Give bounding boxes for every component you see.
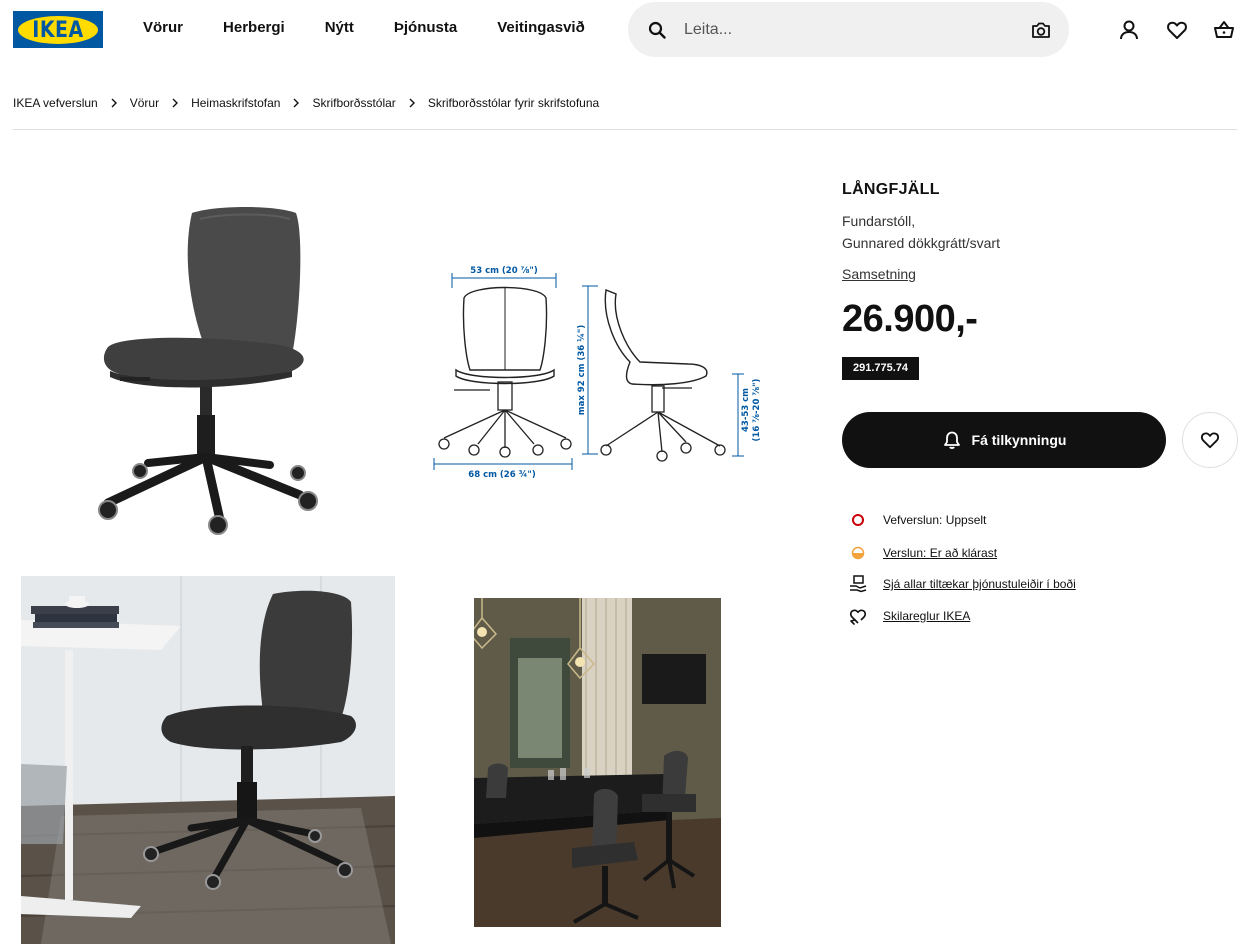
assembly-link[interactable]: Samsetning	[842, 266, 916, 282]
logo-text: IKEA	[32, 16, 84, 43]
product-variant: Gunnared dökkgrátt/svart	[842, 235, 1000, 251]
service-options-row: Sjá allar tiltækar þjónustuleiðir í boði	[848, 574, 1076, 594]
search-icon[interactable]	[648, 21, 666, 39]
search-input[interactable]	[684, 16, 1014, 44]
product-description: Fundarstóll, Gunnared dökkgrátt/svart	[842, 210, 1000, 254]
breadcrumb-item[interactable]: Vörur	[130, 96, 159, 110]
breadcrumb-item[interactable]: Heimaskrifstofan	[191, 96, 280, 110]
return-policy-link[interactable]: Skilareglur IKEA	[883, 609, 970, 623]
chair-illustration	[98, 207, 318, 535]
site-header: IKEA Vörur Herbergi Nýtt Þjónusta Veitin…	[0, 0, 1252, 60]
return-icon	[848, 606, 868, 626]
header-divider	[13, 129, 1237, 130]
main-nav: Vörur Herbergi Nýtt Þjónusta Veitingasvi…	[143, 19, 625, 36]
basket-icon[interactable]	[1213, 19, 1235, 41]
ikea-logo[interactable]: IKEA	[13, 11, 103, 48]
product-image-main[interactable]	[60, 195, 360, 545]
heart-icon	[1200, 432, 1220, 449]
product-type: Fundarstóll,	[842, 213, 916, 229]
user-icon[interactable]	[1118, 19, 1140, 41]
breadcrumb-item[interactable]: IKEA vefverslun	[13, 96, 98, 110]
favourite-button[interactable]	[1182, 412, 1238, 468]
dim-seat-height: 43-53 cm	[741, 388, 751, 432]
chevron-right-icon	[172, 98, 179, 108]
dim-seat-height-in: (16 ⅞-20 ⅞")	[752, 378, 762, 441]
circle-red-icon	[848, 510, 868, 530]
product-image-meeting-room[interactable]	[474, 598, 721, 927]
chevron-right-icon	[293, 98, 300, 108]
dim-max-height: max 92 cm (36 ¼")	[576, 325, 587, 416]
notify-button-label: Fá tilkynningu	[971, 432, 1067, 448]
bell-icon	[943, 431, 960, 449]
camera-icon[interactable]	[1031, 21, 1051, 39]
article-number[interactable]: 291.775.74	[842, 357, 920, 380]
heart-icon[interactable]	[1166, 19, 1188, 41]
return-policy-row: Skilareglur IKEA	[848, 606, 970, 626]
store-stock-status: Verslun: Er að klárast	[848, 543, 997, 563]
chevron-right-icon	[409, 98, 415, 108]
nav-item-vorur[interactable]: Vörur	[143, 19, 183, 36]
store-stock-link[interactable]: Verslun: Er að klárast	[883, 546, 997, 560]
logo-oval: IKEA	[18, 15, 98, 44]
half-circle-orange-icon	[848, 543, 868, 563]
product-image-dimensions[interactable]: 53 cm (20 ⅞") 68 cm (26 ¾") max 92 cm (3…	[430, 258, 770, 483]
chevron-right-icon	[111, 98, 117, 108]
dimension-drawing: 53 cm (20 ⅞") 68 cm (26 ¾") max 92 cm (3…	[433, 266, 762, 480]
product-image-office[interactable]	[21, 576, 395, 944]
dim-width-base: 68 cm (26 ¾")	[468, 470, 536, 480]
nav-item-herbergi[interactable]: Herbergi	[223, 19, 285, 36]
nav-item-veitingasvid[interactable]: Veitingasvið	[497, 19, 585, 36]
breadcrumb-item[interactable]: Skrifborðsstólar	[312, 96, 395, 110]
service-icon	[848, 574, 868, 594]
meeting-room-photo	[474, 598, 721, 927]
product-price: 26.900,-	[842, 298, 978, 340]
search-bar[interactable]	[628, 2, 1069, 57]
breadcrumb-item[interactable]: Skrifborðsstólar fyrir skrifstofuna	[428, 96, 599, 110]
office-photo	[21, 576, 395, 944]
online-stock-status: Vefverslun: Uppselt	[848, 510, 986, 530]
notify-button[interactable]: Fá tilkynningu	[842, 412, 1166, 468]
breadcrumb: IKEA vefverslun Vörur Heimaskrifstofan S…	[13, 96, 599, 110]
service-options-link[interactable]: Sjá allar tiltækar þjónustuleiðir í boði	[883, 577, 1076, 591]
nav-item-nytt[interactable]: Nýtt	[325, 19, 354, 36]
nav-item-thjonusta[interactable]: Þjónusta	[394, 19, 457, 36]
product-name: LÅNGFJÄLL	[842, 181, 940, 198]
online-stock-text: Vefverslun: Uppselt	[883, 513, 987, 527]
dim-width-top: 53 cm (20 ⅞")	[470, 266, 538, 276]
